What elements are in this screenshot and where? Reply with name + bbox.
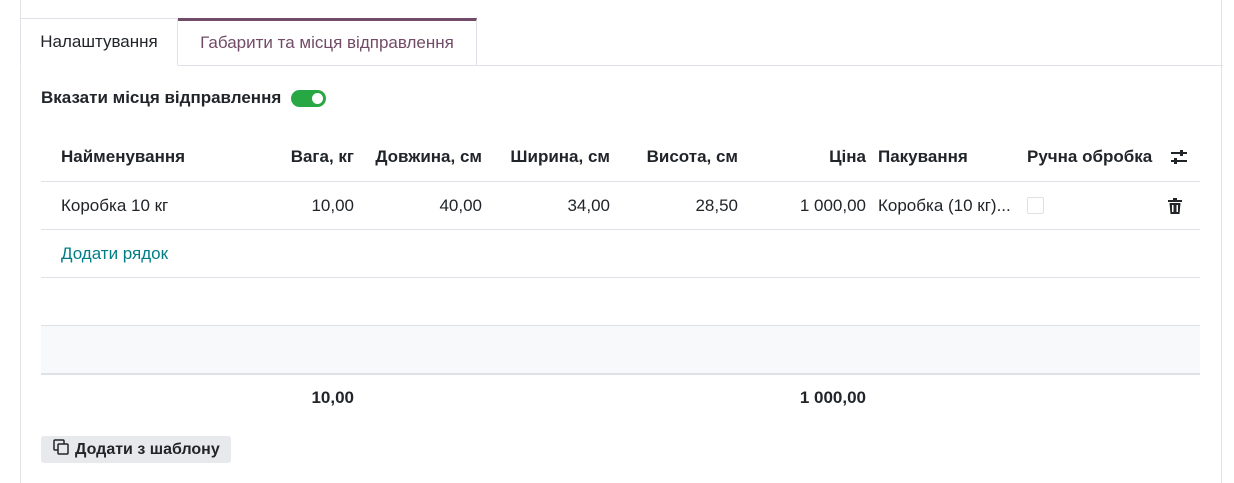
row-name: Коробка 10 кг <box>61 195 169 215</box>
tab-dimensions-parcels[interactable]: Габарити та місця відправлення <box>178 18 477 66</box>
table-header: Найменування Вага, кг Довжина, см Ширина… <box>41 133 1200 182</box>
toggle-knob <box>312 92 324 104</box>
row-height: 28,50 <box>695 195 738 215</box>
notebook-tabs: Налаштування Габарити та місця відправле… <box>20 18 477 66</box>
parcels-toggle-label: Вказати місця відправлення <box>41 88 282 107</box>
row-length: 40,00 <box>439 195 482 215</box>
add-line-link[interactable]: Додати рядок <box>61 230 168 277</box>
tab-dimensions-label: Габарити та місця відправлення <box>200 33 454 52</box>
add-line-row: Додати рядок <box>41 230 1200 278</box>
header-price[interactable]: Ціна <box>829 133 866 181</box>
header-height[interactable]: Висота, см <box>647 133 738 181</box>
optional-columns-icon[interactable] <box>1167 133 1191 181</box>
tab-settings-label: Налаштування <box>40 32 158 51</box>
empty-row <box>41 326 1200 374</box>
parcels-toggle-row: Вказати місця відправлення <box>41 88 327 108</box>
delete-row-icon[interactable] <box>1163 182 1187 229</box>
copy-icon <box>53 439 69 460</box>
totals-row: 10,00 1 000,00 <box>41 373 1200 420</box>
add-from-template-label: Додати з шаблону <box>75 440 220 458</box>
table-row[interactable]: Коробка 10 кг 10,00 40,00 34,00 28,50 1 … <box>41 182 1200 230</box>
header-width[interactable]: Ширина, см <box>510 133 610 181</box>
total-weight: 10,00 <box>311 387 354 407</box>
header-length[interactable]: Довжина, см <box>375 133 482 181</box>
tab-settings[interactable]: Налаштування <box>20 18 178 66</box>
total-price: 1 000,00 <box>799 387 866 407</box>
parcels-table: Найменування Вага, кг Довжина, см Ширина… <box>41 133 1200 420</box>
manual-handling-checkbox[interactable] <box>1027 197 1044 214</box>
row-width: 34,00 <box>567 195 610 215</box>
header-manual-handling[interactable]: Ручна обробка <box>1027 133 1152 181</box>
row-price: 1 000,00 <box>799 195 866 215</box>
header-name[interactable]: Найменування <box>61 133 185 181</box>
add-from-template-button[interactable]: Додати з шаблону <box>41 436 231 463</box>
header-weight[interactable]: Вага, кг <box>291 133 354 181</box>
empty-row <box>41 278 1200 326</box>
row-manual-checkbox-cell <box>1027 182 1044 229</box>
header-packaging[interactable]: Пакування <box>878 133 968 181</box>
row-packaging: Коробка (10 кг)... <box>878 195 1011 215</box>
row-weight: 10,00 <box>311 195 354 215</box>
parcels-toggle-switch[interactable] <box>291 89 327 107</box>
